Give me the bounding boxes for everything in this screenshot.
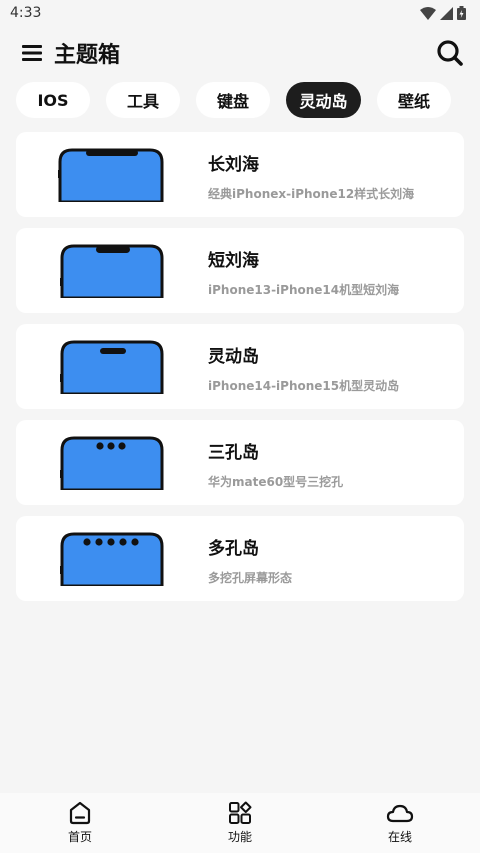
nav-features[interactable]: 功能: [200, 801, 280, 845]
list-item-short-notch[interactable]: 短刘海 iPhone13-iPhone14机型短刘海: [16, 228, 464, 313]
tab-dynamic-island[interactable]: 灵动岛: [286, 82, 361, 118]
wifi-icon: [420, 6, 436, 20]
menu-icon[interactable]: [22, 44, 42, 62]
page-title: 主题箱: [54, 43, 121, 68]
tab-label: 壁纸: [397, 92, 430, 111]
signal-icon: [440, 6, 453, 20]
list-item-dynamic-island[interactable]: 灵动岛 iPhone14-iPhone15机型灵动岛: [16, 324, 464, 409]
apps-icon: [229, 801, 252, 824]
tab-label: 工具: [126, 92, 159, 111]
long-notch-phone-icon: [58, 148, 164, 202]
app-header: 主题箱: [0, 30, 480, 76]
list-item-five-holes[interactable]: 多孔岛 多挖孔屏幕形态: [16, 516, 464, 601]
category-tabs: IOS 工具 键盘 灵动岛 壁纸: [16, 82, 451, 118]
tab-label: 键盘: [216, 92, 249, 111]
dynamic-island-phone-icon: [60, 340, 164, 394]
search-icon[interactable]: [436, 39, 464, 67]
bottom-nav: 首页 功能 在线: [0, 793, 480, 853]
item-title: 长刘海: [208, 155, 259, 175]
item-subtitle: 华为mate60型号三挖孔: [208, 475, 344, 489]
status-bar: 4:33: [0, 0, 480, 26]
item-title: 灵动岛: [208, 347, 259, 367]
tab-ios[interactable]: IOS: [16, 82, 90, 118]
item-subtitle: 多挖孔屏幕形态: [208, 571, 293, 585]
tab-wallpaper[interactable]: 壁纸: [377, 82, 451, 118]
item-subtitle: iPhone13-iPhone14机型短刘海: [208, 283, 400, 297]
nav-label: 首页: [67, 830, 92, 844]
nav-home[interactable]: 首页: [40, 801, 120, 845]
three-holes-phone-icon: [60, 436, 164, 490]
tab-label: IOS: [37, 90, 69, 110]
item-subtitle: 经典iPhonex-iPhone12样式长刘海: [208, 187, 415, 201]
item-title: 短刘海: [208, 251, 259, 271]
item-title: 多孔岛: [208, 539, 259, 559]
nav-online[interactable]: 在线: [360, 801, 440, 845]
five-holes-phone-icon: [60, 532, 164, 586]
item-subtitle: iPhone14-iPhone15机型灵动岛: [208, 379, 400, 393]
short-notch-phone-icon: [60, 244, 164, 298]
list-item-long-notch[interactable]: 长刘海 经典iPhonex-iPhone12样式长刘海: [16, 132, 464, 217]
tab-keyboard[interactable]: 键盘: [196, 82, 270, 118]
tab-label: 灵动岛: [299, 92, 348, 111]
cloud-icon: [386, 804, 414, 823]
status-time: 4:33: [10, 5, 42, 21]
item-title: 三孔岛: [208, 443, 259, 463]
home-icon: [69, 801, 91, 825]
battery-icon: [457, 6, 466, 20]
nav-label: 在线: [387, 830, 412, 844]
nav-label: 功能: [227, 830, 252, 844]
tab-tools[interactable]: 工具: [106, 82, 180, 118]
style-list: 长刘海 经典iPhonex-iPhone12样式长刘海 短刘海 iPhone13…: [16, 132, 464, 612]
list-item-three-holes[interactable]: 三孔岛 华为mate60型号三挖孔: [16, 420, 464, 505]
